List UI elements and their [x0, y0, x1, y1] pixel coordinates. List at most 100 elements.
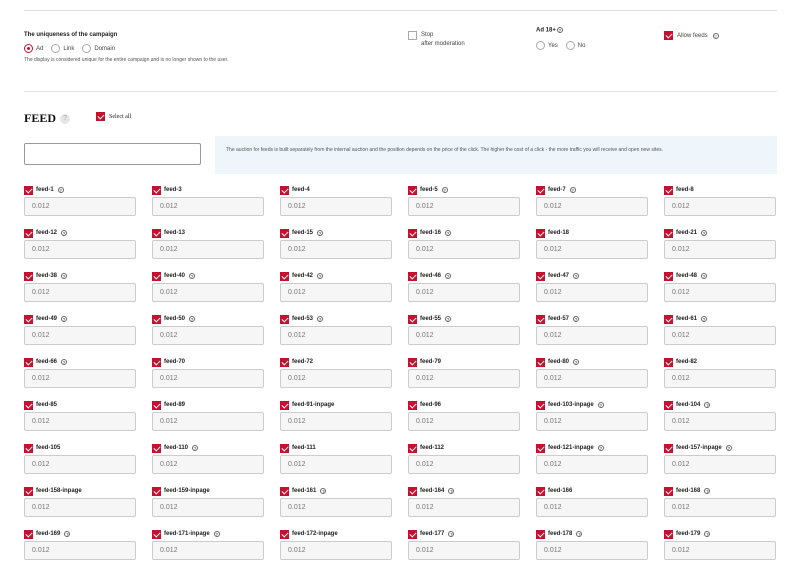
- feed-checkbox[interactable]: [408, 486, 417, 496]
- feed-price-input[interactable]: 0.012: [408, 240, 520, 259]
- feed-checkbox[interactable]: [152, 486, 161, 496]
- help-icon[interactable]: ?: [61, 273, 68, 279]
- feed-price-input[interactable]: 0.012: [152, 541, 264, 560]
- help-icon[interactable]: ?: [573, 316, 580, 322]
- ad18-option-yes[interactable]: Yes: [536, 41, 558, 50]
- feed-checkbox[interactable]: [408, 529, 417, 539]
- help-icon[interactable]: ?: [320, 488, 327, 494]
- help-icon[interactable]: ?: [213, 531, 220, 537]
- feed-price-input[interactable]: 0.012: [152, 498, 264, 517]
- feed-checkbox[interactable]: [152, 529, 161, 539]
- feed-price-input[interactable]: 0.012: [152, 240, 264, 259]
- feed-price-input[interactable]: 0.012: [280, 455, 392, 474]
- feed-checkbox[interactable]: [536, 271, 545, 281]
- feed-price-input[interactable]: 0.012: [536, 197, 648, 216]
- feed-checkbox[interactable]: [536, 228, 545, 238]
- feed-price-input[interactable]: 0.012: [408, 498, 520, 517]
- feed-search-input[interactable]: [24, 143, 201, 165]
- radio-yes[interactable]: [536, 41, 545, 50]
- uniqueness-option-domain[interactable]: Domain: [82, 44, 115, 53]
- radio-link[interactable]: [51, 44, 61, 53]
- feed-checkbox[interactable]: [24, 185, 33, 195]
- feed-checkbox[interactable]: [24, 357, 33, 367]
- help-icon[interactable]: ?: [701, 230, 708, 236]
- feed-price-input[interactable]: 0.012: [664, 326, 776, 345]
- feed-price-input[interactable]: 0.012: [664, 455, 776, 474]
- feed-price-input[interactable]: 0.012: [280, 326, 392, 345]
- help-icon[interactable]: ?: [445, 273, 452, 279]
- help-icon[interactable]: ?: [448, 488, 455, 494]
- help-icon[interactable]: ?: [317, 273, 324, 279]
- ad18-option-no[interactable]: No: [565, 41, 585, 50]
- help-icon[interactable]: ?: [189, 316, 196, 322]
- feed-checkbox[interactable]: [24, 529, 33, 539]
- stop-after-moderation[interactable]: Stop after moderation: [408, 31, 465, 49]
- feed-price-input[interactable]: 0.012: [152, 326, 264, 345]
- feed-price-input[interactable]: 0.012: [152, 197, 264, 216]
- feed-checkbox[interactable]: [664, 357, 673, 367]
- feed-checkbox[interactable]: [152, 357, 161, 367]
- feed-checkbox[interactable]: [280, 529, 289, 539]
- feed-checkbox[interactable]: [408, 314, 417, 324]
- feed-checkbox[interactable]: [280, 486, 289, 496]
- help-icon[interactable]: ?: [573, 273, 580, 279]
- feed-checkbox[interactable]: [24, 314, 33, 324]
- feed-price-input[interactable]: 0.012: [664, 498, 776, 517]
- feed-checkbox[interactable]: [664, 443, 673, 453]
- feed-checkbox[interactable]: [536, 486, 545, 496]
- feed-checkbox[interactable]: [408, 185, 417, 195]
- feed-checkbox[interactable]: [280, 228, 289, 238]
- feed-checkbox[interactable]: [408, 357, 417, 367]
- help-icon[interactable]: ?: [576, 531, 583, 537]
- feed-checkbox[interactable]: [536, 314, 545, 324]
- feed-checkbox[interactable]: [664, 486, 673, 496]
- feed-price-input[interactable]: 0.012: [536, 369, 648, 388]
- radio-ad[interactable]: [24, 44, 33, 53]
- feed-checkbox[interactable]: [408, 443, 417, 453]
- feed-price-input[interactable]: 0.012: [152, 412, 264, 431]
- help-icon[interactable]: ?: [704, 488, 711, 494]
- feed-checkbox[interactable]: [408, 228, 417, 238]
- feed-price-input[interactable]: 0.012: [280, 541, 392, 560]
- help-icon[interactable]: ?: [61, 230, 68, 236]
- help-icon[interactable]: ?: [445, 230, 452, 236]
- feed-checkbox[interactable]: [280, 443, 289, 453]
- feed-checkbox[interactable]: [536, 185, 545, 195]
- feed-price-input[interactable]: 0.012: [24, 369, 136, 388]
- help-icon[interactable]: ?: [597, 445, 604, 451]
- help-icon[interactable]: ?: [597, 402, 604, 408]
- feed-checkbox[interactable]: [280, 314, 289, 324]
- feed-checkbox[interactable]: [536, 400, 545, 410]
- feed-price-input[interactable]: 0.012: [408, 369, 520, 388]
- help-icon[interactable]: ?: [317, 230, 324, 236]
- feed-price-input[interactable]: 0.012: [664, 369, 776, 388]
- feed-price-input[interactable]: 0.012: [24, 498, 136, 517]
- feed-price-input[interactable]: 0.012: [536, 541, 648, 560]
- select-all[interactable]: Select all: [96, 112, 131, 121]
- help-icon[interactable]: ?: [701, 316, 708, 322]
- feed-price-input[interactable]: 0.012: [24, 541, 136, 560]
- help-icon[interactable]: ?: [61, 316, 68, 322]
- feed-checkbox[interactable]: [664, 314, 673, 324]
- feed-checkbox[interactable]: [280, 357, 289, 367]
- select-all-checkbox[interactable]: [96, 112, 105, 121]
- feed-checkbox[interactable]: [280, 400, 289, 410]
- feed-price-input[interactable]: 0.012: [408, 455, 520, 474]
- feed-checkbox[interactable]: [664, 400, 673, 410]
- feed-checkbox[interactable]: [24, 400, 33, 410]
- help-icon[interactable]: ?: [712, 32, 719, 39]
- feed-checkbox[interactable]: [24, 443, 33, 453]
- help-icon[interactable]: ?: [60, 113, 71, 124]
- feed-checkbox[interactable]: [152, 314, 161, 324]
- help-icon[interactable]: ?: [704, 402, 711, 408]
- feed-checkbox[interactable]: [664, 228, 673, 238]
- feed-checkbox[interactable]: [152, 228, 161, 238]
- feed-price-input[interactable]: 0.012: [408, 197, 520, 216]
- feed-price-input[interactable]: 0.012: [280, 498, 392, 517]
- feed-checkbox[interactable]: [408, 400, 417, 410]
- feed-price-input[interactable]: 0.012: [536, 240, 648, 259]
- feed-price-input[interactable]: 0.012: [408, 326, 520, 345]
- feed-checkbox[interactable]: [664, 271, 673, 281]
- feed-price-input[interactable]: 0.012: [408, 412, 520, 431]
- help-icon[interactable]: ?: [701, 273, 708, 279]
